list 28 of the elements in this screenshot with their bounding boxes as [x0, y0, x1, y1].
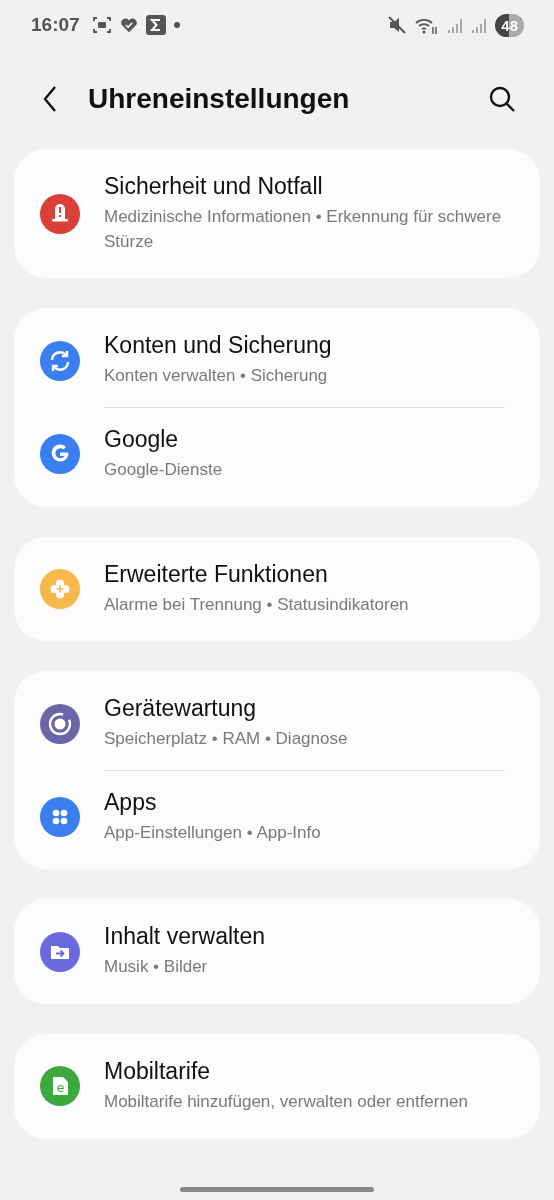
- item-title[interactable]: Mobiltarife: [104, 1058, 468, 1086]
- dot-icon: [173, 22, 180, 28]
- back-icon[interactable]: [42, 85, 58, 113]
- heart-icon: [119, 16, 138, 34]
- item-subtitle: Google-Dienste: [104, 458, 223, 481]
- sigma-app-icon: [145, 15, 166, 35]
- page-title: Uhreneinstellungen: [88, 83, 351, 115]
- item-title[interactable]: Konten und Sicherung: [104, 332, 332, 360]
- item-subtitle: Speicherplatz • RAM • Diagnose: [104, 728, 348, 751]
- item-subtitle: Mobiltarife hinzufügen, verwalten oder entfernen: [104, 1091, 468, 1114]
- signal-icon: [447, 16, 464, 34]
- item-title[interactable]: Erweiterte Funktionen: [104, 560, 409, 588]
- item-title[interactable]: Google: [104, 425, 223, 453]
- item-title[interactable]: Sicherheit und Notfall: [104, 173, 514, 200]
- mute-icon: [387, 15, 408, 35]
- item-title[interactable]: Gerätewartung: [104, 695, 348, 723]
- item-subtitle: Alarme bei Trennung • Statusindikatoren: [104, 593, 409, 616]
- item-subtitle: Medizinische Informationen • Erkennung für schwere Stürze: [104, 206, 503, 253]
- screenshot-icon: [91, 15, 112, 35]
- item-title[interactable]: Apps: [104, 788, 321, 816]
- plans-icon: e: [40, 1066, 80, 1107]
- signal-icon: [471, 16, 488, 34]
- item-subtitle: App-Einstellungen • App-Info: [104, 821, 321, 844]
- status-time: 16:07: [31, 14, 80, 36]
- item-title[interactable]: Inhalt verwalten: [104, 923, 266, 951]
- search-icon[interactable]: [488, 85, 516, 113]
- item-subtitle: Konten verwalten • Sicherung: [104, 365, 329, 388]
- item-subtitle: Musik • Bilder: [104, 956, 209, 979]
